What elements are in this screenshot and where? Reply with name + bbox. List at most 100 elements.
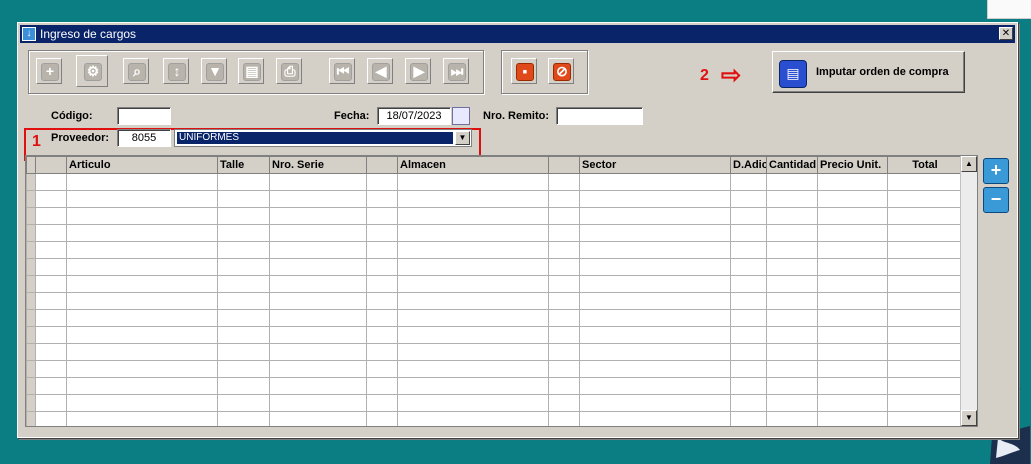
grid-cell[interactable]	[730, 411, 767, 426]
grid-cell[interactable]	[397, 190, 549, 208]
grid-cell[interactable]	[817, 343, 888, 361]
grid-cell[interactable]	[269, 224, 367, 242]
grid-cell[interactable]	[579, 207, 731, 225]
grid-cell[interactable]	[730, 275, 767, 293]
grid-cell[interactable]	[548, 394, 580, 412]
save-button[interactable]: ▪	[511, 58, 537, 84]
grid-cell[interactable]	[397, 207, 549, 225]
row-selector[interactable]	[26, 377, 36, 395]
grid-cell[interactable]	[579, 309, 731, 327]
row-selector[interactable]	[26, 411, 36, 426]
grid-cell[interactable]	[366, 394, 398, 412]
grid-cell[interactable]	[217, 258, 270, 276]
grid-cell[interactable]	[579, 394, 731, 412]
table-row[interactable]	[26, 394, 963, 412]
grid-cell[interactable]	[35, 292, 67, 310]
table-row[interactable]	[26, 292, 963, 310]
grid-cell[interactable]	[887, 258, 963, 276]
calendar-icon[interactable]	[452, 107, 470, 125]
nro-remito-field[interactable]	[556, 107, 643, 125]
grid-cell[interactable]	[217, 326, 270, 344]
grid-cell[interactable]	[66, 326, 218, 344]
table-row[interactable]	[26, 343, 963, 361]
grid-cell[interactable]	[217, 224, 270, 242]
first-record-button[interactable]: ⏮	[329, 58, 355, 84]
grid-cell[interactable]	[766, 258, 818, 276]
grid-cell[interactable]	[66, 173, 218, 191]
grid-cell[interactable]	[766, 224, 818, 242]
grid-cell[interactable]	[269, 411, 367, 426]
grid-cell[interactable]	[579, 173, 731, 191]
grid-cell[interactable]	[269, 394, 367, 412]
grid-cell[interactable]	[269, 173, 367, 191]
table-row[interactable]	[26, 258, 963, 276]
grid-cell[interactable]	[269, 360, 367, 378]
header-almacen[interactable]: Almacen	[397, 156, 549, 174]
grid-cell[interactable]	[887, 241, 963, 259]
grid-cell[interactable]	[548, 207, 580, 225]
grid-cell[interactable]	[730, 377, 767, 395]
row-selector[interactable]	[26, 326, 36, 344]
grid-cell[interactable]	[397, 360, 549, 378]
grid-cell[interactable]	[766, 394, 818, 412]
search-button[interactable]: ⌕	[123, 58, 149, 84]
grid-cell[interactable]	[217, 173, 270, 191]
row-selector[interactable]	[26, 207, 36, 225]
grid-cell[interactable]	[579, 326, 731, 344]
grid-cell[interactable]	[887, 292, 963, 310]
grid-cell[interactable]	[366, 377, 398, 395]
grid-cell[interactable]	[817, 326, 888, 344]
grid-cell[interactable]	[579, 360, 731, 378]
grid-cell[interactable]	[579, 258, 731, 276]
grid-cell[interactable]	[766, 309, 818, 327]
grid-cell[interactable]	[817, 411, 888, 426]
header-cantidad[interactable]: Cantidad	[766, 156, 818, 174]
grid-cell[interactable]	[766, 326, 818, 344]
row-selector[interactable]	[26, 258, 36, 276]
grid-cell[interactable]	[366, 173, 398, 191]
grid-cell[interactable]	[730, 207, 767, 225]
grid-cell[interactable]	[887, 275, 963, 293]
print-button[interactable]: ⎙	[276, 58, 302, 84]
grid-cell[interactable]	[66, 224, 218, 242]
grid-cell[interactable]	[217, 360, 270, 378]
grid-cell[interactable]	[817, 258, 888, 276]
grid-cell[interactable]	[35, 190, 67, 208]
header-d-adic[interactable]: D.Adic	[730, 156, 767, 174]
grid-cell[interactable]	[35, 326, 67, 344]
grid-cell[interactable]	[397, 343, 549, 361]
grid-cell[interactable]	[66, 275, 218, 293]
grid-cell[interactable]	[366, 241, 398, 259]
grid-cell[interactable]	[397, 275, 549, 293]
grid-cell[interactable]	[579, 224, 731, 242]
grid-cell[interactable]	[548, 309, 580, 327]
grid-cell[interactable]	[217, 377, 270, 395]
table-row[interactable]	[26, 173, 963, 191]
grid-cell[interactable]	[269, 207, 367, 225]
grid-cell[interactable]	[887, 173, 963, 191]
grid-cell[interactable]	[887, 394, 963, 412]
remove-row-button[interactable]: −	[983, 187, 1009, 213]
grid-cell[interactable]	[579, 377, 731, 395]
table-row[interactable]	[26, 377, 963, 395]
grid-cell[interactable]	[887, 343, 963, 361]
table-row[interactable]	[26, 411, 963, 426]
grid-cell[interactable]	[548, 190, 580, 208]
grid-cell[interactable]	[269, 326, 367, 344]
grid-cell[interactable]	[730, 394, 767, 412]
grid-cell[interactable]	[887, 377, 963, 395]
grid-cell[interactable]	[817, 275, 888, 293]
grid-cell[interactable]	[66, 292, 218, 310]
title-bar[interactable]: ↓ Ingreso de cargos ✕	[20, 25, 1015, 43]
grid-cell[interactable]	[66, 360, 218, 378]
filter-button[interactable]: ▼	[201, 58, 227, 84]
grid-cell[interactable]	[217, 190, 270, 208]
grid-cell[interactable]	[366, 224, 398, 242]
grid-cell[interactable]	[66, 394, 218, 412]
scroll-down-icon[interactable]: ▼	[961, 410, 977, 426]
header-nro-serie[interactable]: Nro. Serie	[269, 156, 367, 174]
grid-cell[interactable]	[66, 207, 218, 225]
grid-cell[interactable]	[730, 292, 767, 310]
grid-cell[interactable]	[217, 241, 270, 259]
grid-cell[interactable]	[579, 275, 731, 293]
